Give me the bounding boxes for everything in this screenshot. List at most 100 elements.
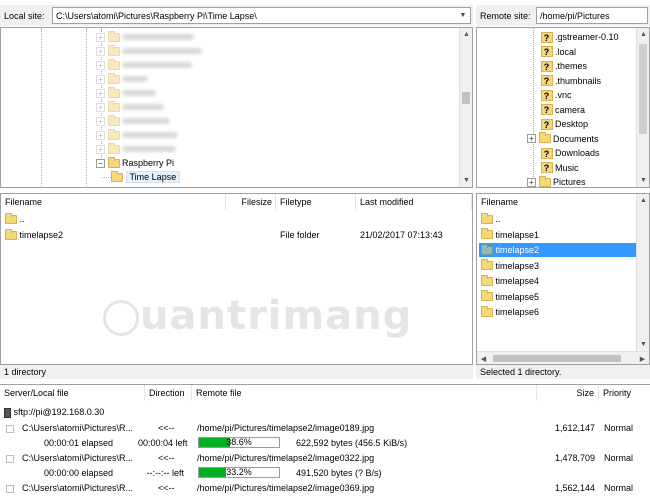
scroll-up-arrow-icon[interactable]: ▲ [637, 194, 649, 207]
tree-item-blurred[interactable]: + [96, 72, 149, 86]
unknown-folder-icon: ? [540, 147, 553, 159]
transfer-remote-file: /home/pi/Pictures/timelapse2/image0369.j… [197, 483, 375, 493]
transfer-elapsed: 00:00:01 elapsed [44, 438, 114, 448]
column-header-last-modified[interactable]: Last modified [356, 194, 472, 210]
local-file-list[interactable]: Filename Filesize Filetype Last modified… [0, 193, 473, 365]
remote-tree-pane[interactable]: ? .gstreamer-0.10 ? .local ? .themes ? .… [476, 27, 650, 188]
tree-item-blurred[interactable]: + [96, 100, 165, 114]
remote-tree-item[interactable]: ? .gstreamer-0.10 [527, 30, 619, 44]
tree-item-blurred[interactable]: + [96, 44, 203, 58]
remote-tree-item[interactable]: ? .themes [527, 59, 587, 73]
transfer-size: 1,478,709 [554, 453, 595, 463]
scroll-down-arrow-icon[interactable]: ▼ [637, 338, 649, 351]
remote-tree-item[interactable]: ? .thumbnails [527, 74, 601, 88]
column-header-remote-file[interactable]: Remote file [192, 385, 537, 401]
local-tree-scrollbar[interactable]: ▲ ▼ [459, 28, 472, 187]
remote-tree-item[interactable]: ? Downloads [527, 146, 600, 160]
remote-list-scrollbar[interactable]: ▲ ▼ [636, 194, 649, 351]
file-name: timelapse3 [495, 260, 540, 271]
scrollbar-thumb[interactable] [639, 44, 647, 134]
transfer-direction: <<-- [158, 453, 175, 463]
remote-status-bar: Selected 1 directory. [476, 365, 650, 379]
remote-tree-item[interactable]: ? Music [527, 161, 579, 175]
unknown-folder-icon: ? [540, 162, 553, 173]
folder-icon [5, 228, 17, 240]
remote-list-hscrollbar[interactable]: ◀ ▶ [477, 351, 649, 364]
collapse-icon[interactable]: − [96, 158, 105, 168]
column-header-direction[interactable]: Direction [145, 385, 192, 401]
tree-item-label: Downloads [555, 148, 600, 158]
transfer-bytes: 491,520 bytes (? B/s) [296, 468, 382, 478]
transfer-remote-file: /home/pi/Pictures/timelapse2/image0322.j… [197, 453, 375, 463]
remote-tree-item[interactable]: ? camera [527, 103, 585, 117]
transfer-checkbox[interactable] [6, 455, 14, 463]
tree-item-blurred[interactable]: + [96, 128, 179, 142]
tree-item-blurred[interactable]: + [96, 86, 157, 100]
remote-file-row[interactable]: timelapse2 [479, 243, 637, 257]
transfer-checkbox[interactable] [6, 425, 14, 433]
tree-item-blurred[interactable]: + [96, 114, 171, 128]
scroll-up-arrow-icon[interactable]: ▲ [460, 28, 472, 41]
unknown-folder-icon: ? [540, 31, 553, 43]
transfer-checkbox[interactable] [6, 485, 14, 493]
tree-item-blurred[interactable]: + [96, 142, 177, 156]
file-row-parent[interactable]: .. [5, 212, 25, 226]
transfer-local-file: C:\Users\atomi\Pictures\R... [22, 483, 134, 493]
transfer-progress-bar: 38.6% [198, 437, 280, 448]
remote-site-path-input[interactable]: /home/pi/Pictures [536, 7, 648, 24]
remote-file-row[interactable]: .. [479, 212, 637, 226]
file-type: File folder [280, 230, 320, 240]
column-header-priority[interactable]: Priority [599, 385, 650, 401]
local-tree-pane[interactable]: + + + + + + + + + − Raspberry Pi Time La… [0, 27, 473, 188]
column-header-filename[interactable]: Filename [477, 194, 637, 210]
tree-item-label: .thumbnails [555, 75, 602, 86]
remote-file-row[interactable]: timelapse3 [479, 259, 637, 273]
expand-icon[interactable]: + [527, 177, 536, 187]
scrollbar-thumb[interactable] [462, 92, 470, 104]
remote-file-row[interactable]: timelapse4 [479, 274, 637, 288]
column-header-filesize[interactable]: Filesize [226, 194, 276, 210]
transfer-priority: Normal [604, 423, 634, 433]
file-name: timelapse5 [495, 291, 540, 302]
tree-item-blurred[interactable]: + [96, 30, 195, 44]
scroll-up-arrow-icon[interactable]: ▲ [637, 28, 649, 41]
unknown-folder-icon: ? [540, 104, 553, 115]
queue-server-label: sftp://pi@192.168.0.30 [13, 407, 105, 417]
column-header-filetype[interactable]: Filetype [276, 194, 356, 210]
local-site-path-input[interactable]: C:\Users\atomi\Pictures\Raspberry Pi\Tim… [52, 7, 471, 24]
scroll-down-arrow-icon[interactable]: ▼ [637, 174, 649, 187]
remote-site-label: Remote site: [480, 10, 531, 21]
tree-item-label: .gstreamer-0.10 [555, 32, 619, 42]
tree-item-label: Time Lapse [125, 171, 181, 183]
scroll-left-arrow-icon[interactable]: ◀ [477, 352, 490, 364]
remote-file-row[interactable]: timelapse5 [479, 290, 637, 304]
unknown-folder-icon: ? [540, 118, 553, 130]
remote-tree-item[interactable]: ? .local [527, 45, 576, 59]
tree-item-label: .themes [555, 61, 588, 71]
file-row-timelapse2[interactable]: timelapse2 File folder 21/02/2017 07:13:… [5, 228, 470, 242]
tree-item-time-lapse[interactable]: Time Lapse [102, 170, 181, 184]
transfer-queue[interactable]: Server/Local file Direction Remote file … [0, 384, 650, 504]
column-header-server-local-file[interactable]: Server/Local file [0, 385, 145, 401]
folder-icon [481, 290, 493, 301]
column-header-size[interactable]: Size [537, 385, 599, 401]
queue-server[interactable]: sftp://pi@192.168.0.30 [4, 407, 104, 418]
scroll-right-arrow-icon[interactable]: ▶ [636, 352, 649, 364]
remote-tree-scrollbar[interactable]: ▲ ▼ [636, 28, 649, 187]
remote-file-row[interactable]: timelapse1 [479, 228, 637, 242]
remote-tree-item[interactable]: ? Desktop [527, 117, 588, 131]
scrollbar-thumb[interactable] [493, 355, 621, 362]
expand-icon[interactable]: + [527, 134, 536, 143]
chevron-down-icon[interactable]: ▼ [456, 8, 470, 23]
column-header-filename[interactable]: Filename [1, 194, 226, 210]
remote-file-row[interactable]: timelapse6 [479, 305, 637, 319]
scroll-down-arrow-icon[interactable]: ▼ [460, 174, 472, 187]
remote-tree-item[interactable]: + Pictures [527, 175, 586, 187]
remote-tree-item[interactable]: + Documents [527, 132, 599, 146]
tree-item-blurred[interactable]: + [96, 58, 193, 72]
folder-icon [481, 228, 493, 239]
remote-file-list[interactable]: Filename .. timelapse1 timelapse2 timela… [476, 193, 650, 365]
remote-tree-item[interactable]: ? .vnc [527, 88, 572, 102]
folder-icon [481, 305, 493, 317]
tree-item-raspberry-pi[interactable]: − Raspberry Pi [96, 156, 174, 170]
